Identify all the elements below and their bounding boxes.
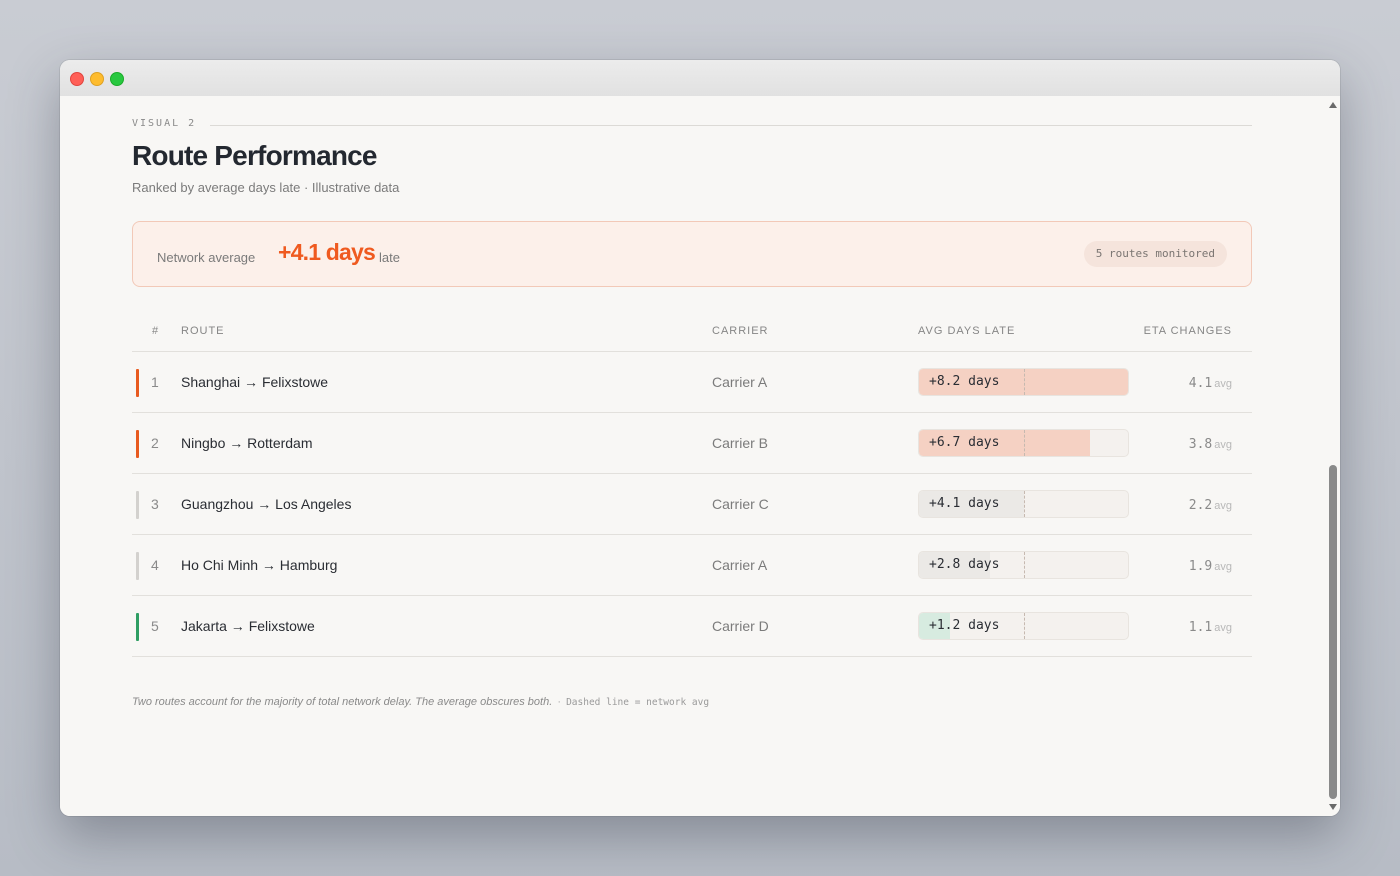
row-route: Shanghai → Felixstowe [181,374,329,390]
row-route: Ho Chi Minh → Hamburg [181,557,338,573]
eyebrow-label: VISUAL 2 [132,118,209,129]
eta-value: 1.1 [1188,620,1213,635]
eta-value: 3.8 [1188,437,1213,452]
row-accent-bar [136,491,139,519]
eta-value: 2.2 [1188,498,1213,513]
routes-monitored-badge: 5 routes monitored [1083,241,1227,267]
summary-value: +4.1 days [278,239,376,265]
delay-label: +1.2 days [929,618,1000,633]
close-window-button[interactable] [70,72,84,86]
summary-label: Network average [157,250,256,265]
network-avg-marker [1024,430,1025,456]
row-rank: 2 [151,435,159,451]
row-accent-bar [136,552,139,580]
route-table: # ROUTE CARRIER AVG DAYS LATE ETA CHANGE… [132,318,1252,657]
header-route[interactable]: ROUTE [181,325,225,337]
title-bar [60,60,1340,97]
delay-label: +8.2 days [929,374,1000,389]
scroll-thumb[interactable] [1329,465,1337,799]
row-carrier: Carrier D [712,618,769,634]
eta-value: 1.9 [1188,559,1213,574]
row-carrier: Carrier A [712,374,768,390]
row-carrier: Carrier A [712,557,768,573]
delay-bar: +1.2 days [918,612,1129,640]
scroll-down-arrow-icon[interactable] [1329,804,1337,810]
row-carrier: Carrier B [712,435,769,451]
footnote-text: Two routes account for the majority of t… [132,696,553,708]
minimize-window-button[interactable] [90,72,104,86]
eta-value: 4.1 [1188,376,1213,391]
eta-changes: 2.2 avg [1189,496,1232,514]
eta-unit: avg [1214,622,1232,634]
delay-label: +4.1 days [929,496,1000,511]
page-content: VISUAL 2 Route Performance Ranked by ave… [60,96,1326,816]
eta-changes: 3.8 avg [1189,435,1232,453]
row-rank: 1 [151,374,159,390]
table-header: # ROUTE CARRIER AVG DAYS LATE ETA CHANGE… [132,318,1252,352]
network-avg-marker [1024,552,1025,578]
delay-label: +6.7 days [929,435,1000,450]
table-row[interactable]: 5 Jakarta → Felixstowe Carrier D +1.2 days 1… [132,596,1252,657]
row-rank: 5 [151,618,159,634]
vertical-scrollbar[interactable] [1326,96,1340,816]
delay-label: +2.8 days [929,557,1000,572]
row-rank: 4 [151,557,159,573]
row-route: Jakarta → Felixstowe [181,618,315,634]
delay-bar: +8.2 days [918,368,1129,396]
row-accent-bar [136,613,139,641]
eta-changes: 4.1 avg [1189,374,1232,392]
header-avg-days-late[interactable]: AVG DAYS LATE [918,325,1015,337]
scroll-up-arrow-icon[interactable] [1329,102,1337,108]
table-row[interactable]: 4 Ho Chi Minh → Hamburg Carrier A +2.8 days… [132,535,1252,596]
delay-bar: +2.8 days [918,551,1129,579]
row-accent-bar [136,430,139,458]
footnote: Two routes account for the majority of t… [132,696,709,708]
network-avg-marker [1024,491,1025,517]
section-eyebrow: VISUAL 2 [132,118,1252,132]
eta-unit: avg [1214,561,1232,573]
network-avg-marker [1024,613,1025,639]
row-accent-bar [136,369,139,397]
header-carrier[interactable]: CARRIER [712,325,769,337]
maximize-window-button[interactable] [110,72,124,86]
eta-unit: avg [1214,439,1232,451]
table-row[interactable]: 2 Ningbo → Rotterdam Carrier B +6.7 days 3.8… [132,413,1252,474]
delay-bar: +4.1 days [918,490,1129,518]
footnote-separator: · [557,696,561,708]
row-carrier: Carrier C [712,496,769,512]
browser-window: VISUAL 2 Route Performance Ranked by ave… [60,60,1340,816]
header-rank[interactable]: # [152,325,159,337]
summary-unit: late [379,250,400,265]
eta-unit: avg [1214,500,1232,512]
eta-unit: avg [1214,378,1232,390]
eta-changes: 1.9 avg [1189,557,1232,575]
eta-changes: 1.1 avg [1189,618,1232,636]
eyebrow-divider [210,125,1252,126]
table-row[interactable]: 3 Guangzhou → Los Angeles Carrier C +4.1 da… [132,474,1252,535]
delay-bar: +6.7 days [918,429,1129,457]
table-row[interactable]: 1 Shanghai → Felixstowe Carrier A +8.2 days… [132,352,1252,413]
page-title: Route Performance [132,140,378,171]
network-avg-marker [1024,369,1025,395]
row-route: Ningbo → Rotterdam [181,435,313,451]
network-summary-card: Network average +4.1 days late 5 routes … [132,221,1252,287]
row-route: Guangzhou → Los Angeles [181,496,352,512]
page-subtitle: Ranked by average days late · Illustrati… [132,180,400,195]
footnote-legend: Dashed line = network avg [566,697,710,708]
row-rank: 3 [151,496,159,512]
header-eta-changes[interactable]: ETA CHANGES [1144,325,1232,337]
